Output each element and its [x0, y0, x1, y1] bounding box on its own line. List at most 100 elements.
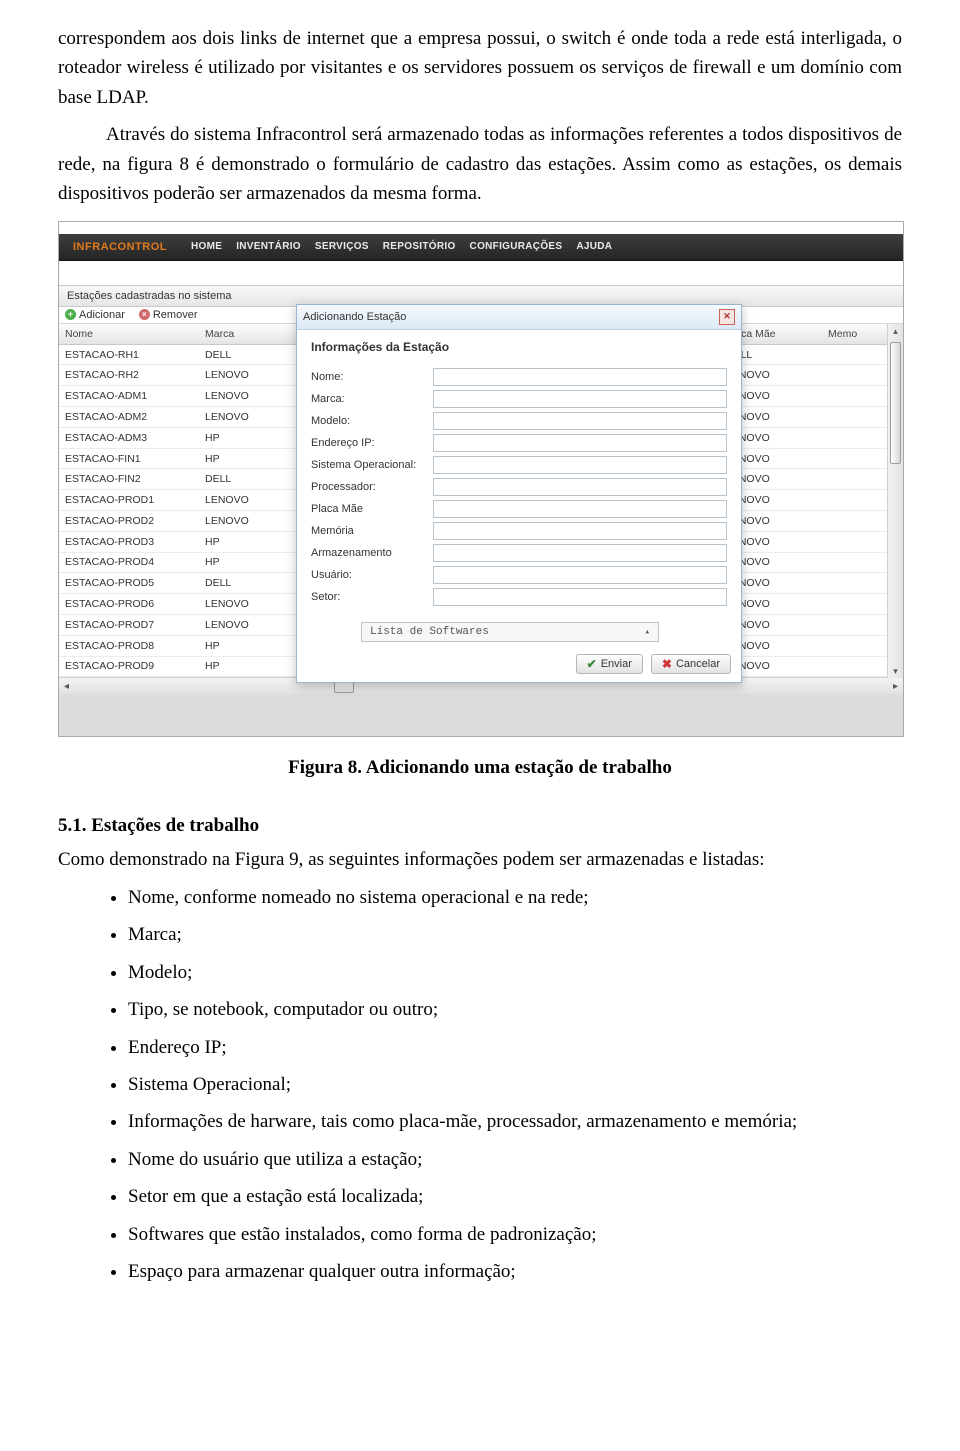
cell-nome: ESTACAO-PROD1 [59, 494, 199, 506]
app-screenshot: INFRACONTROL HOME INVENTÁRIO SERVIÇOS RE… [58, 221, 904, 738]
chevron-up-icon: ▴ [645, 627, 650, 637]
figure-caption: Figura 8. Adicionando uma estação de tra… [58, 757, 902, 779]
cell-nome: ESTACAO-RH2 [59, 369, 199, 381]
form-row: Endereço IP: [311, 434, 727, 452]
form-row: Placa Mãe [311, 500, 727, 518]
form-row: Usuário: [311, 566, 727, 584]
list-item: Setor em que a estação está localizada; [128, 1182, 902, 1211]
cancel-button[interactable]: ✖ Cancelar [651, 654, 731, 674]
cell-nome: ESTACAO-FIN1 [59, 453, 199, 465]
list-item: Informações de harware, tais como placa-… [128, 1107, 902, 1136]
check-icon: ✔ [587, 657, 597, 671]
form-row: Setor: [311, 588, 727, 606]
form-input[interactable] [433, 500, 727, 518]
cell-nome: ESTACAO-PROD5 [59, 577, 199, 589]
form-label: Nome: [311, 371, 433, 383]
paragraph: Através do sistema Infracontrol será arm… [58, 120, 902, 208]
plus-icon: + [65, 309, 76, 320]
cell-nome: ESTACAO-PROD2 [59, 515, 199, 527]
cell-nome: ESTACAO-PROD6 [59, 598, 199, 610]
cell-nome: ESTACAO-ADM3 [59, 432, 199, 444]
form-label: Setor: [311, 591, 433, 603]
app-brand: INFRACONTROL [73, 241, 167, 253]
app-navbar: INFRACONTROL HOME INVENTÁRIO SERVIÇOS RE… [59, 234, 903, 261]
form-input[interactable] [433, 566, 727, 584]
cell-nome: ESTACAO-PROD7 [59, 619, 199, 631]
form-label: Endereço IP: [311, 437, 433, 449]
list-item: Marca; [128, 920, 902, 949]
form-input[interactable] [433, 434, 727, 452]
form-label: Armazenamento [311, 547, 433, 559]
cell-nome: ESTACAO-PROD4 [59, 556, 199, 568]
form-input[interactable] [433, 390, 727, 408]
dialog-close-button[interactable]: ✕ [719, 309, 735, 325]
bullet-list: Nome, conforme nomeado no sistema operac… [58, 883, 902, 1287]
list-item: Espaço para armazenar qualquer outra inf… [128, 1257, 902, 1286]
form-input[interactable] [433, 588, 727, 606]
form-input[interactable] [433, 368, 727, 386]
nav-inventario[interactable]: INVENTÁRIO [236, 241, 301, 252]
close-icon: ✕ [723, 311, 731, 322]
nav-servicos[interactable]: SERVIÇOS [315, 241, 369, 252]
scroll-thumb[interactable] [890, 342, 901, 464]
dialog-subtitle: Informações da Estação [297, 330, 741, 360]
scroll-down-icon[interactable]: ▾ [888, 664, 903, 678]
scroll-right-icon[interactable]: ▸ [888, 681, 903, 692]
add-label: Adicionar [79, 309, 125, 321]
add-button[interactable]: + Adicionar [65, 309, 125, 321]
cell-nome: ESTACAO-FIN2 [59, 473, 199, 485]
remove-icon: × [139, 309, 150, 320]
list-item: Sistema Operacional; [128, 1070, 902, 1099]
form-label: Marca: [311, 393, 433, 405]
form-input[interactable] [433, 522, 727, 540]
paragraph: correspondem aos dois links de internet … [58, 24, 902, 112]
form-row: Memória [311, 522, 727, 540]
col-memoria-partial[interactable]: Memo [822, 328, 876, 340]
nav-configuracoes[interactable]: CONFIGURAÇÕES [470, 241, 563, 252]
col-nome[interactable]: Nome [59, 328, 199, 340]
form-label: Usuário: [311, 569, 433, 581]
scroll-left-icon[interactable]: ◂ [59, 681, 74, 692]
form-label: Sistema Operacional: [311, 459, 433, 471]
submit-button[interactable]: ✔ Enviar [576, 654, 643, 674]
form-row: Sistema Operacional: [311, 456, 727, 474]
paragraph: Como demonstrado na Figura 9, as seguint… [58, 845, 902, 874]
nav-repositorio[interactable]: REPOSITÓRIO [383, 241, 456, 252]
form-row: Modelo: [311, 412, 727, 430]
form-input[interactable] [433, 544, 727, 562]
dialog-title: Adicionando Estação [303, 311, 406, 323]
nav-ajuda[interactable]: AJUDA [576, 241, 612, 252]
list-item: Nome do usuário que utiliza a estação; [128, 1145, 902, 1174]
cancel-icon: ✖ [662, 657, 672, 671]
remove-button[interactable]: × Remover [139, 309, 198, 321]
form-label: Processador: [311, 481, 433, 493]
form-row: Armazenamento [311, 544, 727, 562]
cell-nome: ESTACAO-PROD9 [59, 660, 199, 672]
form-row: Marca: [311, 390, 727, 408]
submit-label: Enviar [601, 658, 632, 670]
list-item: Softwares que estão instalados, como for… [128, 1220, 902, 1249]
form-input[interactable] [433, 478, 727, 496]
cell-nome: ESTACAO-ADM2 [59, 411, 199, 423]
scroll-up-icon[interactable]: ▴ [888, 324, 903, 338]
nav-home[interactable]: HOME [191, 241, 222, 252]
form-input[interactable] [433, 412, 727, 430]
list-item: Nome, conforme nomeado no sistema operac… [128, 883, 902, 912]
section-heading: 5.1. Estações de trabalho [58, 815, 902, 837]
cell-nome: ESTACAO-RH1 [59, 349, 199, 361]
software-list-label: Lista de Softwares [370, 626, 489, 638]
list-item: Modelo; [128, 958, 902, 987]
add-station-dialog: Adicionando Estação ✕ Informações da Est… [296, 304, 742, 683]
list-item: Endereço IP; [128, 1033, 902, 1062]
cell-nome: ESTACAO-PROD3 [59, 536, 199, 548]
vertical-scrollbar[interactable]: ▴ ▾ [887, 324, 903, 679]
form-input[interactable] [433, 456, 727, 474]
software-list-select[interactable]: Lista de Softwares ▴ [361, 622, 659, 642]
form-row: Processador: [311, 478, 727, 496]
form-row: Nome: [311, 368, 727, 386]
form-label: Placa Mãe [311, 503, 433, 515]
cell-nome: ESTACAO-ADM1 [59, 390, 199, 402]
cancel-label: Cancelar [676, 658, 720, 670]
form-label: Memória [311, 525, 433, 537]
remove-label: Remover [153, 309, 198, 321]
